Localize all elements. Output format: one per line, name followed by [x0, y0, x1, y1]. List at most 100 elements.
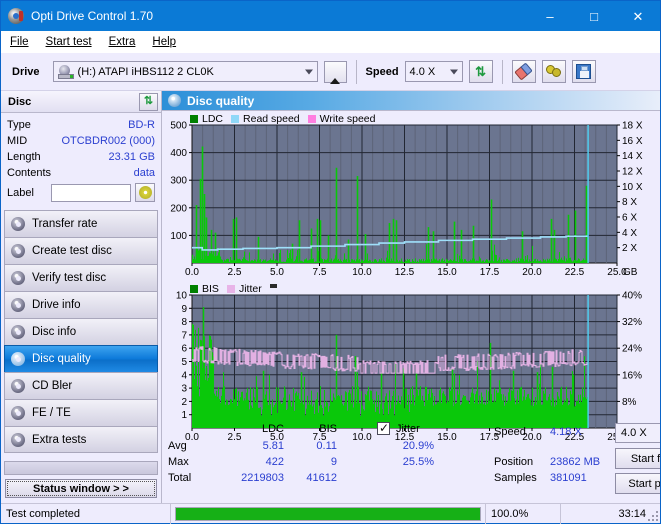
sidebar-item-disc-info[interactable]: Disc info — [4, 318, 158, 345]
svg-text:7.5: 7.5 — [313, 267, 327, 278]
svg-text:10 X: 10 X — [622, 182, 643, 193]
drive-label: Drive — [12, 65, 40, 78]
chevron-down-icon — [449, 69, 458, 74]
disc-icon — [11, 244, 25, 258]
sidebar-item-label: Drive info — [32, 299, 81, 311]
erase-button[interactable] — [511, 60, 536, 83]
stats-panel: LDC BIS Jitter Avg 5.81 0.11 20.9% Max 4… — [162, 419, 660, 503]
menu-bar: File Start test Extra Help — [1, 31, 660, 53]
ldc-chart-legend: LDC Read speed Write speed — [190, 113, 376, 125]
menu-extra[interactable]: Extra — [109, 36, 136, 48]
svg-text:22.5: 22.5 — [565, 267, 585, 278]
speed-label: Speed — [365, 65, 399, 78]
status-window-button[interactable]: Status window > > — [5, 479, 157, 498]
refresh-icon: ⇅ — [143, 95, 154, 107]
menu-help-label: Help — [152, 35, 177, 48]
svg-text:200: 200 — [170, 203, 187, 214]
svg-text:6 X: 6 X — [622, 213, 637, 224]
chevron-down-icon — [304, 69, 313, 74]
legend-swatch-read-speed — [231, 115, 240, 123]
svg-text:6: 6 — [181, 344, 187, 355]
maximize-button[interactable]: □ — [572, 1, 616, 31]
menu-help[interactable]: Help — [152, 36, 176, 48]
close-button[interactable]: ✕ — [616, 1, 660, 31]
svg-text:300: 300 — [170, 176, 187, 187]
svg-text:5: 5 — [181, 357, 187, 368]
svg-text:4 X: 4 X — [622, 228, 637, 239]
ldc-chart: 0.0 2.5 5.0 7.5 10.0 12.5 15.0 17.5 20.0 22.5 25.0… — [162, 111, 659, 281]
stats-avg-bis: 0.11 — [316, 440, 337, 452]
cd-icon — [138, 186, 152, 199]
svg-text:14 X: 14 X — [622, 151, 643, 162]
stats-row-avg-label: Avg — [168, 440, 187, 452]
legend-swatch-write-speed — [307, 115, 316, 123]
position-stat-label: Position — [494, 456, 534, 468]
disc-icon — [11, 217, 25, 231]
menu-start-test[interactable]: Start test — [46, 36, 92, 48]
disc-label-row: Label — [7, 183, 155, 202]
disc-info-row-contents: Contents data — [7, 165, 155, 181]
toolbar-divider-2 — [501, 59, 503, 84]
tools-button[interactable] — [541, 60, 566, 83]
disc-label-input[interactable] — [51, 183, 131, 202]
svg-text:17.5: 17.5 — [480, 267, 500, 278]
menu-start-test-label: Start test — [45, 35, 92, 48]
svg-text:10.0: 10.0 — [352, 267, 372, 278]
save-button[interactable] — [571, 60, 596, 83]
speed-select-value: 4.0 X — [409, 65, 436, 78]
drive-select[interactable]: (H:) ATAPI iHBS112 2 CL0K — [52, 61, 318, 82]
svg-text:GB: GB — [623, 267, 638, 278]
sidebar-item-label: Disc info — [32, 326, 77, 338]
start-part-button[interactable]: Start part — [615, 473, 660, 494]
svg-text:2 X: 2 X — [622, 243, 637, 254]
disc-icon — [11, 379, 25, 393]
sidebar-nav: Transfer rate Create test disc Verify te… — [1, 207, 161, 453]
jitter-checkbox[interactable] — [377, 421, 390, 435]
svg-text:100: 100 — [170, 231, 187, 242]
sidebar-item-drive-info[interactable]: Drive info — [4, 291, 158, 318]
menu-file[interactable]: File — [10, 36, 29, 48]
refresh-button[interactable]: ⇅ — [468, 60, 493, 83]
eject-button[interactable] — [323, 60, 347, 84]
sidebar-item-extra-tests[interactable]: Extra tests — [4, 426, 158, 453]
drive-icon — [57, 64, 74, 79]
sidebar-item-transfer-rate[interactable]: Transfer rate — [4, 210, 158, 237]
start-full-button[interactable]: Start full — [615, 448, 660, 469]
sidebar-item-label: Extra tests — [32, 433, 87, 446]
svg-text:20.0: 20.0 — [522, 267, 542, 278]
sidebar: Disc ⇅ Type BD-R MID OTCBDR002 (000) Len… — [1, 91, 162, 503]
charts-area: LDC Read speed Write speed 0.0 2.5 5.0 7.5 1… — [162, 111, 660, 443]
refresh-icon: ⇅ — [475, 64, 486, 79]
svg-text:2: 2 — [181, 397, 187, 408]
svg-text:8: 8 — [181, 317, 187, 328]
test-speed-select[interactable]: 4.0 X — [615, 423, 660, 443]
svg-text:7: 7 — [181, 330, 187, 341]
minimize-button[interactable]: – — [528, 1, 572, 31]
samples-stat-label: Samples — [494, 472, 537, 484]
disc-refresh-button[interactable]: ⇅ — [139, 92, 158, 111]
legend-swatch-bis — [190, 285, 198, 293]
resize-grip[interactable] — [646, 509, 658, 521]
sidebar-item-create-test-disc[interactable]: Create test disc — [4, 237, 158, 264]
sidebar-item-disc-quality[interactable]: Disc quality — [4, 345, 158, 372]
progress-percent: 100.0% — [486, 503, 561, 524]
sidebar-item-fe-te[interactable]: FE / TE — [4, 399, 158, 426]
samples-stat-value: 381091 — [550, 472, 587, 484]
sidebar-item-label: Verify test disc — [32, 272, 107, 284]
stats-header-jitter: Jitter — [396, 423, 420, 435]
disc-type-value: BD-R — [128, 119, 155, 131]
disc-mid-label: MID — [7, 135, 28, 147]
disc-label-button[interactable] — [135, 183, 155, 202]
drive-select-value: (H:) ATAPI iHBS112 2 CL0K — [77, 65, 214, 78]
stats-right-panel: Speed 4.18 X Position 23862 MB Samples 3… — [492, 423, 660, 503]
status-message: Test completed — [1, 503, 171, 524]
stats-table: LDC BIS Jitter Avg 5.81 0.11 20.9% Max 4… — [162, 421, 492, 503]
svg-text:24%: 24% — [622, 344, 642, 355]
speed-select[interactable]: 4.0 X — [404, 61, 463, 82]
pane-title: Disc quality — [187, 93, 255, 108]
sidebar-item-verify-test-disc[interactable]: Verify test disc — [4, 264, 158, 291]
ldc-chart-svg: 0.0 2.5 5.0 7.5 10.0 12.5 15.0 17.5 20.0 22.5 25.0… — [170, 121, 643, 279]
svg-text:4: 4 — [181, 370, 187, 381]
svg-text:5.0: 5.0 — [270, 267, 284, 278]
sidebar-item-cd-bler[interactable]: CD Bler — [4, 372, 158, 399]
